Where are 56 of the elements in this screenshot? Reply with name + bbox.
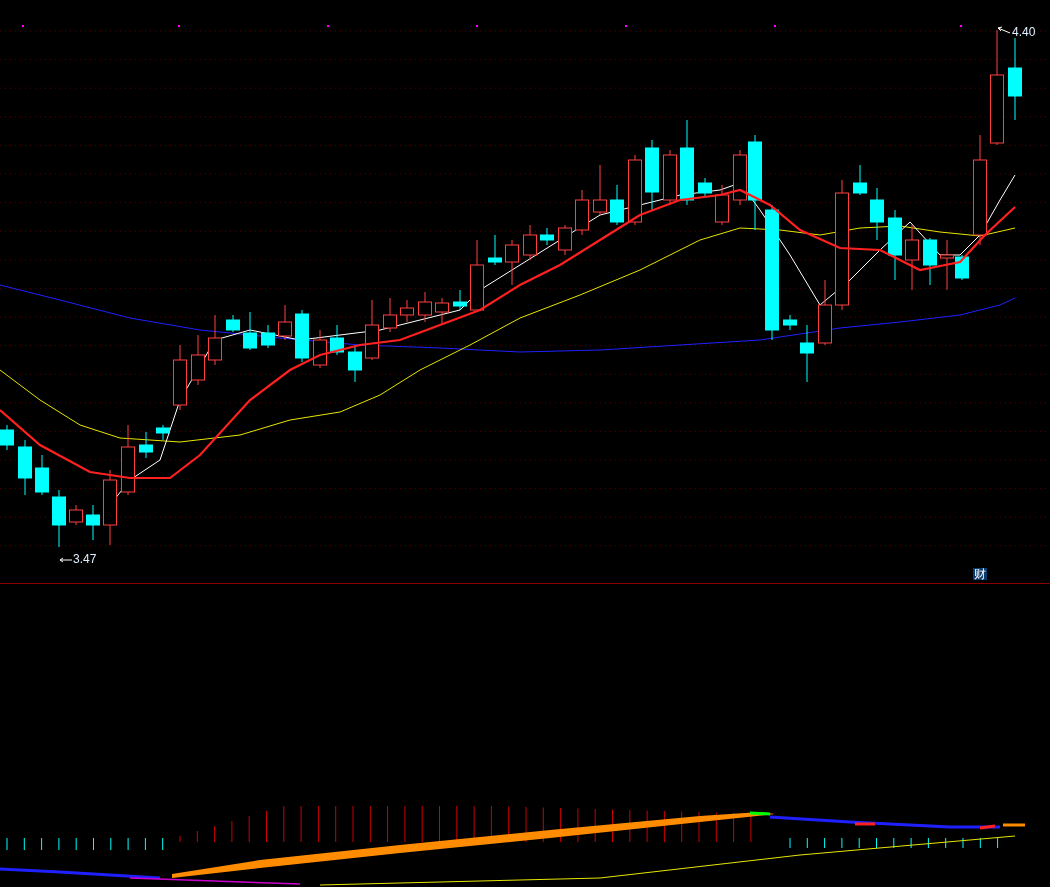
- candlestick: [923, 237, 937, 286]
- candlestick: [261, 324, 275, 349]
- candlestick: [418, 291, 432, 323]
- candlestick: [575, 189, 589, 236]
- candlestick: [853, 164, 867, 196]
- candlestick: [156, 424, 170, 441]
- candlestick: [523, 224, 537, 261]
- candlestick: [365, 299, 379, 361]
- candlestick: [243, 311, 257, 351]
- candlestick: [330, 324, 344, 356]
- candlestick: [208, 314, 222, 366]
- candlestick: [191, 334, 205, 386]
- candlestick: [313, 329, 327, 369]
- finance-badge[interactable]: 财: [973, 568, 987, 580]
- candlestick: [400, 299, 414, 323]
- candlestick: [818, 279, 832, 346]
- candlestick: [18, 439, 32, 496]
- candlestick: [488, 234, 502, 266]
- candlestick: [783, 314, 797, 331]
- candlestick: [715, 184, 729, 226]
- candlestick: [383, 297, 397, 333]
- low-price-label: 3.47: [73, 553, 97, 565]
- candlestick: [348, 344, 362, 383]
- candlestick: [870, 187, 884, 241]
- indicator-segment: [1003, 823, 1025, 827]
- leader-line: [997, 26, 1011, 34]
- high-price-label: 4.40: [1012, 26, 1036, 38]
- candlestick: [278, 304, 292, 341]
- indicator-segment: [749, 811, 771, 816]
- candlestick: [698, 177, 712, 197]
- candlestick: [69, 504, 83, 526]
- candlestick: [453, 289, 467, 311]
- candlestick: [558, 224, 572, 256]
- candlestick: [86, 504, 100, 541]
- candlestick: [905, 224, 919, 291]
- candlestick: [593, 164, 607, 216]
- candlestick: [645, 139, 659, 211]
- candlestick: [173, 344, 187, 411]
- candlestick: [540, 227, 554, 246]
- candlestick: [139, 431, 153, 459]
- candlestick: [295, 309, 309, 363]
- candlestick: [0, 424, 14, 451]
- candlestick: [435, 297, 449, 326]
- leader-line: [59, 557, 73, 563]
- candlestick: [35, 454, 49, 496]
- candlestick: [888, 209, 902, 281]
- candlestick: [800, 324, 814, 383]
- candlestick: [121, 424, 135, 496]
- candlestick: [610, 184, 624, 226]
- indicator-segment: [979, 824, 996, 830]
- candlestick: [628, 154, 642, 226]
- candlestick: [663, 149, 677, 206]
- indicator-segment: [855, 822, 875, 826]
- candlestick: [52, 489, 66, 548]
- candlestick: [505, 239, 519, 286]
- candlestick: [226, 314, 240, 333]
